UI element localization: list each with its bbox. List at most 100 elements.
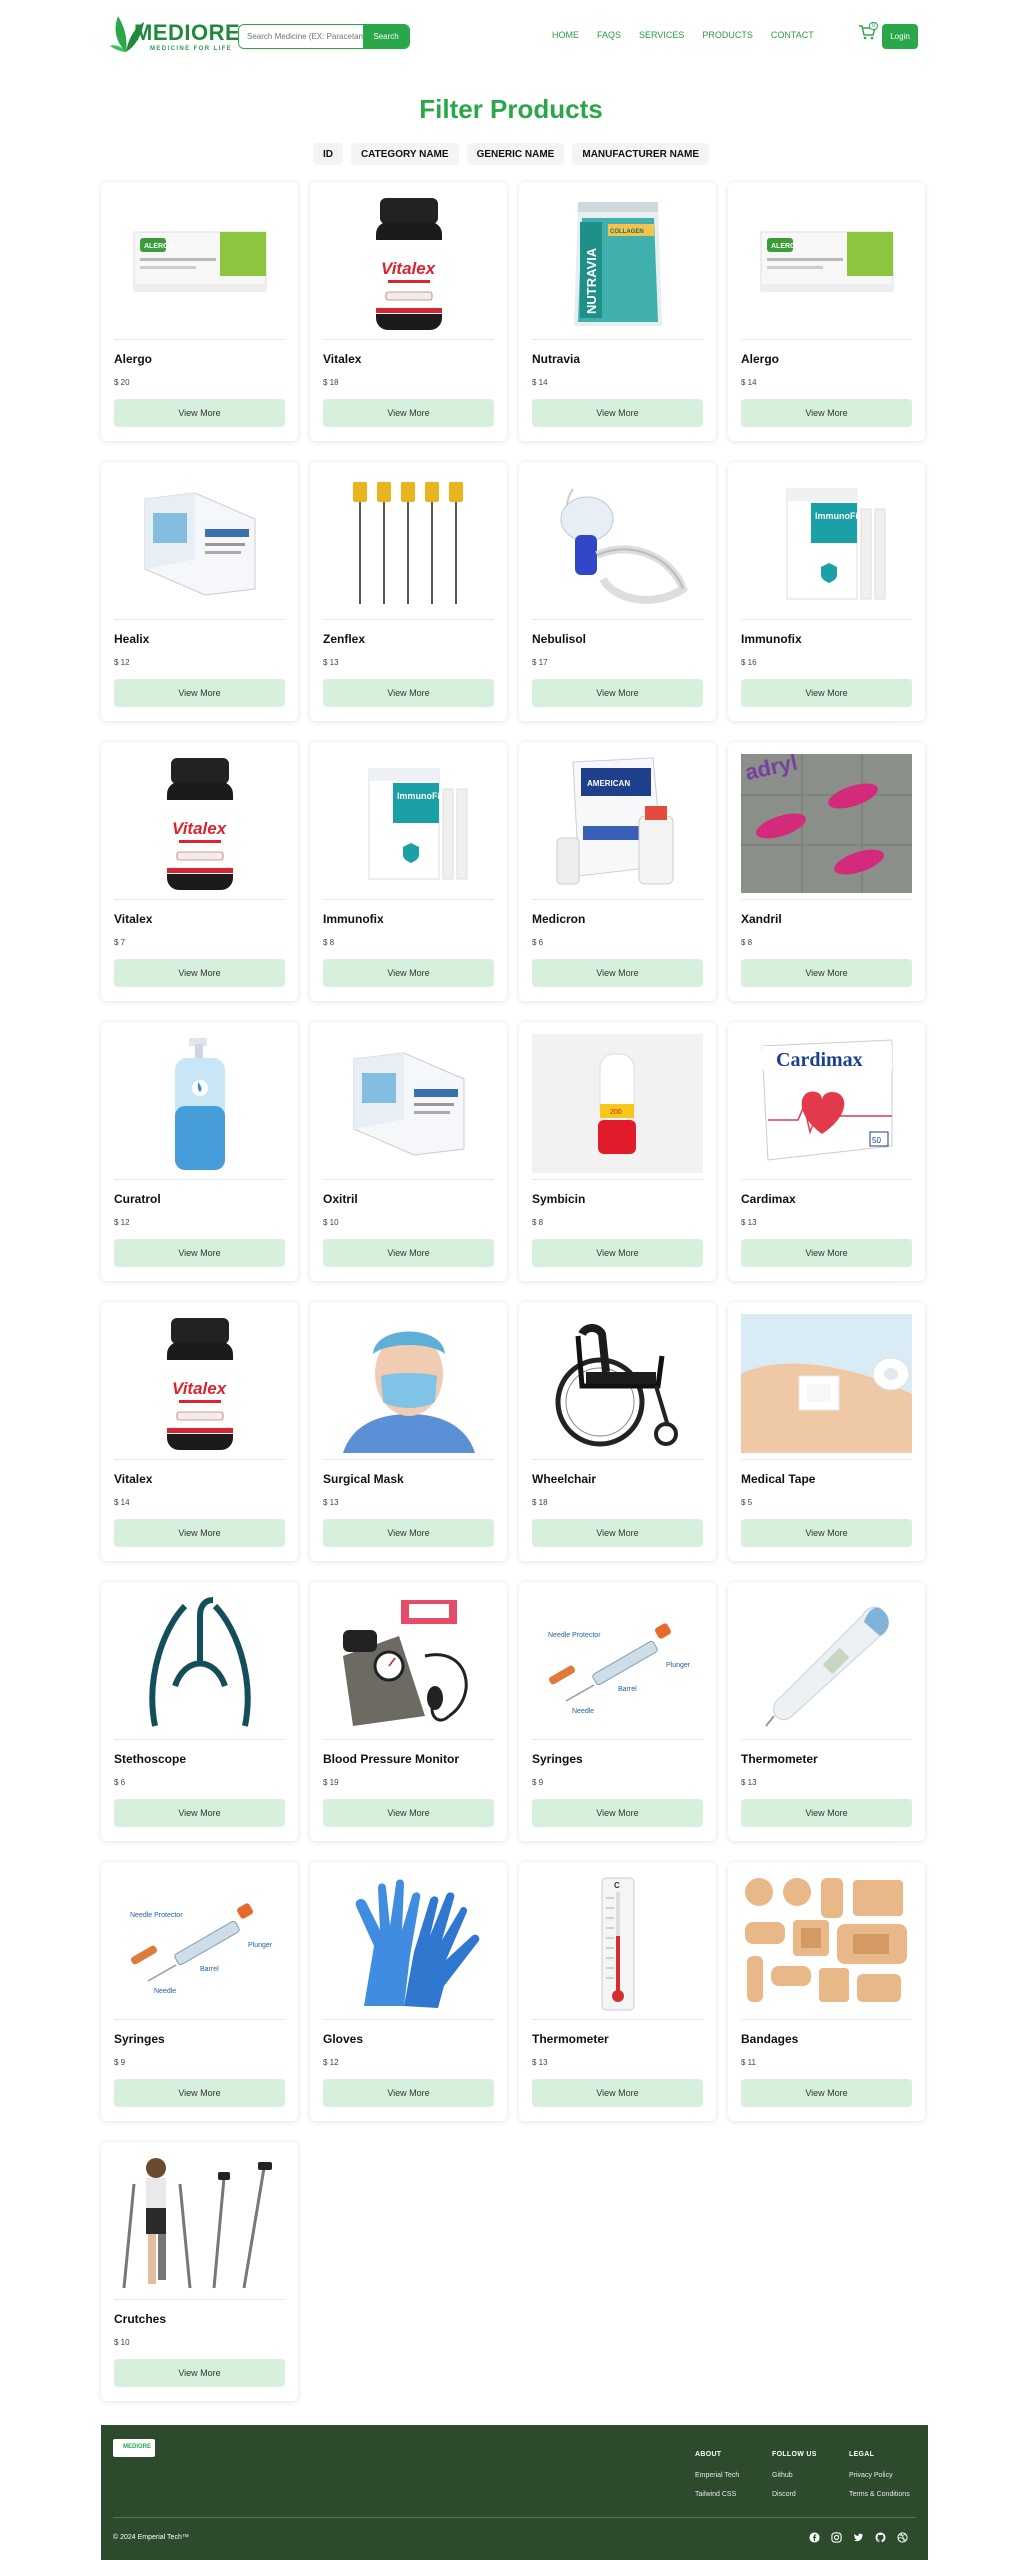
facebook-icon[interactable] xyxy=(809,2532,820,2543)
product-image xyxy=(741,1314,912,1453)
view-more-button[interactable]: View More xyxy=(741,2079,912,2107)
footer-link[interactable]: Discord xyxy=(772,2491,817,2498)
view-more-button[interactable]: View More xyxy=(114,2359,285,2387)
product-card[interactable]: Nebulisol $ 17 View More xyxy=(519,462,716,721)
product-image xyxy=(114,1594,285,1733)
view-more-button[interactable]: View More xyxy=(532,679,703,707)
filter-manufacturer-name[interactable]: MANUFACTURER NAME xyxy=(572,143,710,165)
product-image xyxy=(323,1314,494,1453)
view-more-button[interactable]: View More xyxy=(114,399,285,427)
product-card[interactable]: 200 Symbicin $ 8 View More xyxy=(519,1022,716,1281)
footer-link[interactable]: Github xyxy=(772,2472,817,2479)
brand-logo[interactable]: MEDIORE MEDICINE FOR LIFE xyxy=(108,6,240,56)
product-card[interactable]: Vitalex Vitalex $ 18 View More xyxy=(310,182,507,441)
filter-category-name[interactable]: CATEGORY NAME xyxy=(350,143,459,165)
search-input[interactable] xyxy=(239,25,363,48)
footer-logo[interactable]: MEDIORE xyxy=(113,2439,155,2457)
view-more-button[interactable]: View More xyxy=(114,679,285,707)
nav-faqs[interactable]: FAQS xyxy=(597,30,621,40)
cart-button[interactable]: 0 xyxy=(858,22,880,42)
copyright: © 2024 Emperial Tech™ xyxy=(113,2534,189,2541)
instagram-icon[interactable] xyxy=(831,2532,842,2543)
view-more-button[interactable]: View More xyxy=(323,399,494,427)
product-card[interactable]: Medical Tape $ 5 View More xyxy=(728,1302,925,1561)
view-more-button[interactable]: View More xyxy=(741,1799,912,1827)
footer-link[interactable]: Tailwind CSS xyxy=(695,2491,739,2498)
product-card[interactable]: AMERICAN Medicron $ 6 View More xyxy=(519,742,716,1001)
view-more-button[interactable]: View More xyxy=(532,399,703,427)
github-icon[interactable] xyxy=(875,2532,886,2543)
product-card[interactable]: Surgical Mask $ 13 View More xyxy=(310,1302,507,1561)
view-more-button[interactable]: View More xyxy=(532,1239,703,1267)
product-card[interactable]: Wheelchair $ 18 View More xyxy=(519,1302,716,1561)
product-image xyxy=(323,1874,494,2013)
product-name: Wheelchair xyxy=(532,1472,597,1486)
product-card[interactable]: Crutches $ 10 View More xyxy=(101,2142,298,2401)
product-card[interactable]: Cardimax 50 Cardimax $ 13 View More xyxy=(728,1022,925,1281)
product-price: $ 9 xyxy=(114,2058,126,2067)
product-card[interactable]: Bandages $ 11 View More xyxy=(728,1862,925,2121)
product-price: $ 9 xyxy=(532,1778,544,1787)
view-more-button[interactable]: View More xyxy=(532,1799,703,1827)
view-more-button[interactable]: View More xyxy=(114,959,285,987)
dribbble-icon[interactable] xyxy=(897,2532,908,2543)
search-button[interactable]: Search xyxy=(363,25,409,48)
product-card[interactable]: NUTRAVIA COLLAGEN Nutravia $ 14 View More xyxy=(519,182,716,441)
product-card[interactable]: Gloves $ 12 View More xyxy=(310,1862,507,2121)
twitter-icon[interactable] xyxy=(853,2532,864,2543)
product-price: $ 18 xyxy=(323,378,339,387)
product-card[interactable]: C Thermometer $ 13 View More xyxy=(519,1862,716,2121)
product-name: Curatrol xyxy=(114,1192,161,1206)
nav-home[interactable]: HOME xyxy=(552,30,579,40)
view-more-button[interactable]: View More xyxy=(323,1519,494,1547)
product-card[interactable]: Oxitril $ 10 View More xyxy=(310,1022,507,1281)
view-more-button[interactable]: View More xyxy=(323,1239,494,1267)
product-card[interactable]: Vitalex Vitalex $ 14 View More xyxy=(101,1302,298,1561)
footer-col-about: ABOUT Emperial Tech Tailwind CSS xyxy=(695,2451,739,2510)
product-card[interactable]: ImmunoFix Immunofix $ 16 View More xyxy=(728,462,925,721)
view-more-button[interactable]: View More xyxy=(323,1799,494,1827)
product-card[interactable]: ALERGO Alergo $ 20 View More xyxy=(101,182,298,441)
view-more-button[interactable]: View More xyxy=(741,399,912,427)
view-more-button[interactable]: View More xyxy=(114,1239,285,1267)
view-more-button[interactable]: View More xyxy=(323,959,494,987)
view-more-button[interactable]: View More xyxy=(741,679,912,707)
product-card[interactable]: Vitalex Vitalex $ 7 View More xyxy=(101,742,298,1001)
footer-link[interactable]: Emperial Tech xyxy=(695,2472,739,2479)
nav-services[interactable]: SERVICES xyxy=(639,30,684,40)
product-card[interactable]: Blood Pressure Monitor $ 19 View More xyxy=(310,1582,507,1841)
product-price: $ 13 xyxy=(532,2058,548,2067)
login-button[interactable]: Login xyxy=(882,24,918,49)
product-card[interactable]: ALERGO Alergo $ 14 View More xyxy=(728,182,925,441)
view-more-button[interactable]: View More xyxy=(741,1519,912,1547)
product-card[interactable]: Curatrol $ 12 View More xyxy=(101,1022,298,1281)
product-card[interactable]: adryl Xandril $ 8 View More xyxy=(728,742,925,1001)
product-card[interactable]: ImmunoFix Immunofix $ 8 View More xyxy=(310,742,507,1001)
filter-id[interactable]: ID xyxy=(312,143,343,165)
view-more-button[interactable]: View More xyxy=(323,2079,494,2107)
product-name: Xandril xyxy=(741,912,782,926)
footer-link[interactable]: Privacy Policy xyxy=(849,2472,910,2479)
view-more-button[interactable]: View More xyxy=(741,959,912,987)
product-card[interactable]: Stethoscope $ 6 View More xyxy=(101,1582,298,1841)
card-divider xyxy=(323,1739,494,1740)
view-more-button[interactable]: View More xyxy=(741,1239,912,1267)
view-more-button[interactable]: View More xyxy=(532,2079,703,2107)
nav-products[interactable]: PRODUCTS xyxy=(702,30,753,40)
view-more-button[interactable]: View More xyxy=(114,1799,285,1827)
card-divider xyxy=(323,339,494,340)
view-more-button[interactable]: View More xyxy=(532,959,703,987)
product-card[interactable]: Needle Protector Plunger Barrel Needle Syrin… xyxy=(101,1862,298,2121)
product-price: $ 6 xyxy=(114,1778,126,1787)
product-card[interactable]: Needle Protector Plunger Barrel Needle Syrin… xyxy=(519,1582,716,1841)
product-card[interactable]: Healix $ 12 View More xyxy=(101,462,298,721)
footer-link[interactable]: Terms & Conditions xyxy=(849,2491,910,2498)
filter-generic-name[interactable]: GENERIC NAME xyxy=(466,143,565,165)
view-more-button[interactable]: View More xyxy=(114,2079,285,2107)
nav-contact[interactable]: CONTACT xyxy=(771,30,814,40)
view-more-button[interactable]: View More xyxy=(114,1519,285,1547)
product-card[interactable]: Zenflex $ 13 View More xyxy=(310,462,507,721)
view-more-button[interactable]: View More xyxy=(532,1519,703,1547)
product-card[interactable]: Thermometer $ 13 View More xyxy=(728,1582,925,1841)
view-more-button[interactable]: View More xyxy=(323,679,494,707)
